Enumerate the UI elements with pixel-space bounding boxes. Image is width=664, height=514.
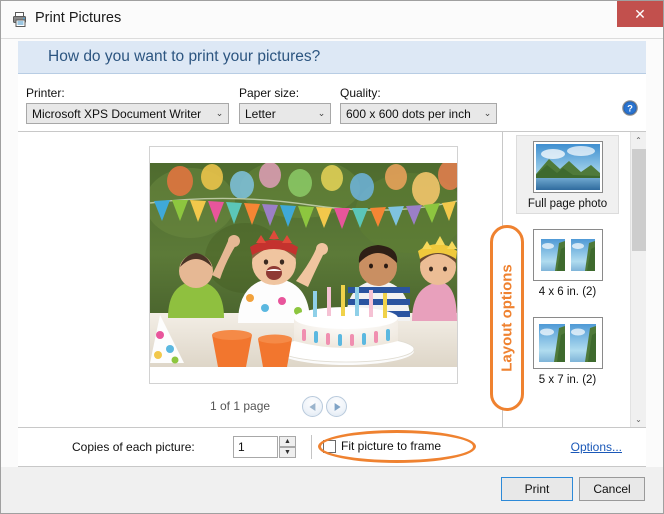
page-counter: 1 of 1 page	[210, 399, 271, 413]
dialog-footer: Print Cancel	[1, 467, 663, 513]
landscape-pair-thumb	[516, 229, 619, 284]
copies-label: Copies of each picture:	[72, 440, 195, 454]
layout-option-label: Full page photo	[527, 198, 608, 210]
close-button[interactable]: ✕	[617, 1, 663, 27]
chevron-down-icon: ⌄	[483, 108, 492, 118]
layout-option-label: 5 x 7 in. (2)	[538, 374, 597, 386]
copies-input[interactable]: 1	[233, 436, 278, 458]
print-preview-pane: 1 of 1 page	[18, 132, 501, 427]
fit-picture-to-frame-label: Fit picture to frame	[341, 439, 442, 453]
preview-photo	[150, 163, 457, 367]
divider	[311, 435, 312, 459]
chevron-down-icon: ⌄	[215, 108, 224, 118]
header-band: How do you want to print your pictures?	[18, 41, 646, 74]
chevron-down-icon: ⌄	[317, 108, 326, 118]
previous-page-button[interactable]	[302, 396, 323, 417]
fit-picture-to-frame-row[interactable]: Fit picture to frame	[323, 439, 441, 453]
landscape-single-thumb	[517, 141, 618, 196]
scrollbar-thumb[interactable]	[632, 149, 646, 251]
svg-text:?: ?	[627, 104, 633, 115]
copies-strip: Copies of each picture: 1 ▲ ▼ Fit pictur…	[18, 428, 646, 467]
window-title: Print Pictures	[35, 10, 122, 26]
layout-option-full-page-photo[interactable]: Full page photo	[516, 135, 619, 214]
next-page-button[interactable]	[326, 396, 347, 417]
printer-select-value: Microsoft XPS Document Writer	[32, 106, 202, 121]
scroll-down-arrow-icon[interactable]: ⌄	[631, 411, 646, 427]
printer-select[interactable]: Microsoft XPS Document Writer ⌄	[26, 103, 229, 124]
quality-select-value: 600 x 600 dots per inch	[346, 106, 471, 121]
layout-option-5x7[interactable]: 5 x 7 in. (2)	[516, 312, 619, 391]
stepper-down-icon[interactable]: ▼	[279, 447, 296, 458]
paper-size-label: Paper size:	[239, 86, 300, 100]
quality-select[interactable]: 600 x 600 dots per inch ⌄	[340, 103, 497, 124]
options-link[interactable]: Options...	[571, 440, 622, 454]
scroll-up-arrow-icon[interactable]: ⌃	[631, 132, 646, 148]
fit-picture-to-frame-checkbox[interactable]	[323, 439, 336, 453]
page-navigation: 1 of 1 page	[18, 394, 501, 422]
triangle-left-icon	[308, 402, 315, 411]
print-pictures-dialog: Print Pictures ✕ How do you want to prin…	[0, 0, 664, 514]
help-icon[interactable]: ?	[622, 100, 638, 116]
layout-option-label: 4 x 6 in. (2)	[538, 286, 597, 298]
layout-options-scrollbar[interactable]: ⌃ ⌄	[630, 132, 646, 427]
printer-options-strip: Printer: Microsoft XPS Document Writer ⌄…	[18, 74, 646, 132]
quality-label: Quality:	[340, 86, 381, 100]
close-icon: ✕	[634, 6, 646, 22]
printer-icon	[12, 11, 29, 28]
title-bar: Print Pictures ✕	[1, 1, 663, 39]
content-area: 1 of 1 page Full page photo 4 x 6 in. (2…	[18, 132, 646, 428]
layout-options-callout: Layout options	[490, 225, 524, 411]
paper-size-select[interactable]: Letter ⌄	[239, 103, 331, 124]
copies-stepper[interactable]: ▲ ▼	[279, 436, 296, 458]
printer-label: Printer:	[26, 86, 65, 100]
cancel-button[interactable]: Cancel	[579, 477, 645, 501]
page-title: How do you want to print your pictures?	[48, 48, 321, 65]
triangle-right-icon	[334, 402, 341, 411]
print-button[interactable]: Print	[501, 477, 573, 501]
landscape-pair-thumb	[516, 317, 619, 372]
stepper-up-icon[interactable]: ▲	[279, 436, 296, 447]
layout-options-callout-label: Layout options	[498, 264, 516, 372]
layout-option-4x6[interactable]: 4 x 6 in. (2)	[516, 224, 619, 303]
paper-size-select-value: Letter	[245, 106, 276, 121]
